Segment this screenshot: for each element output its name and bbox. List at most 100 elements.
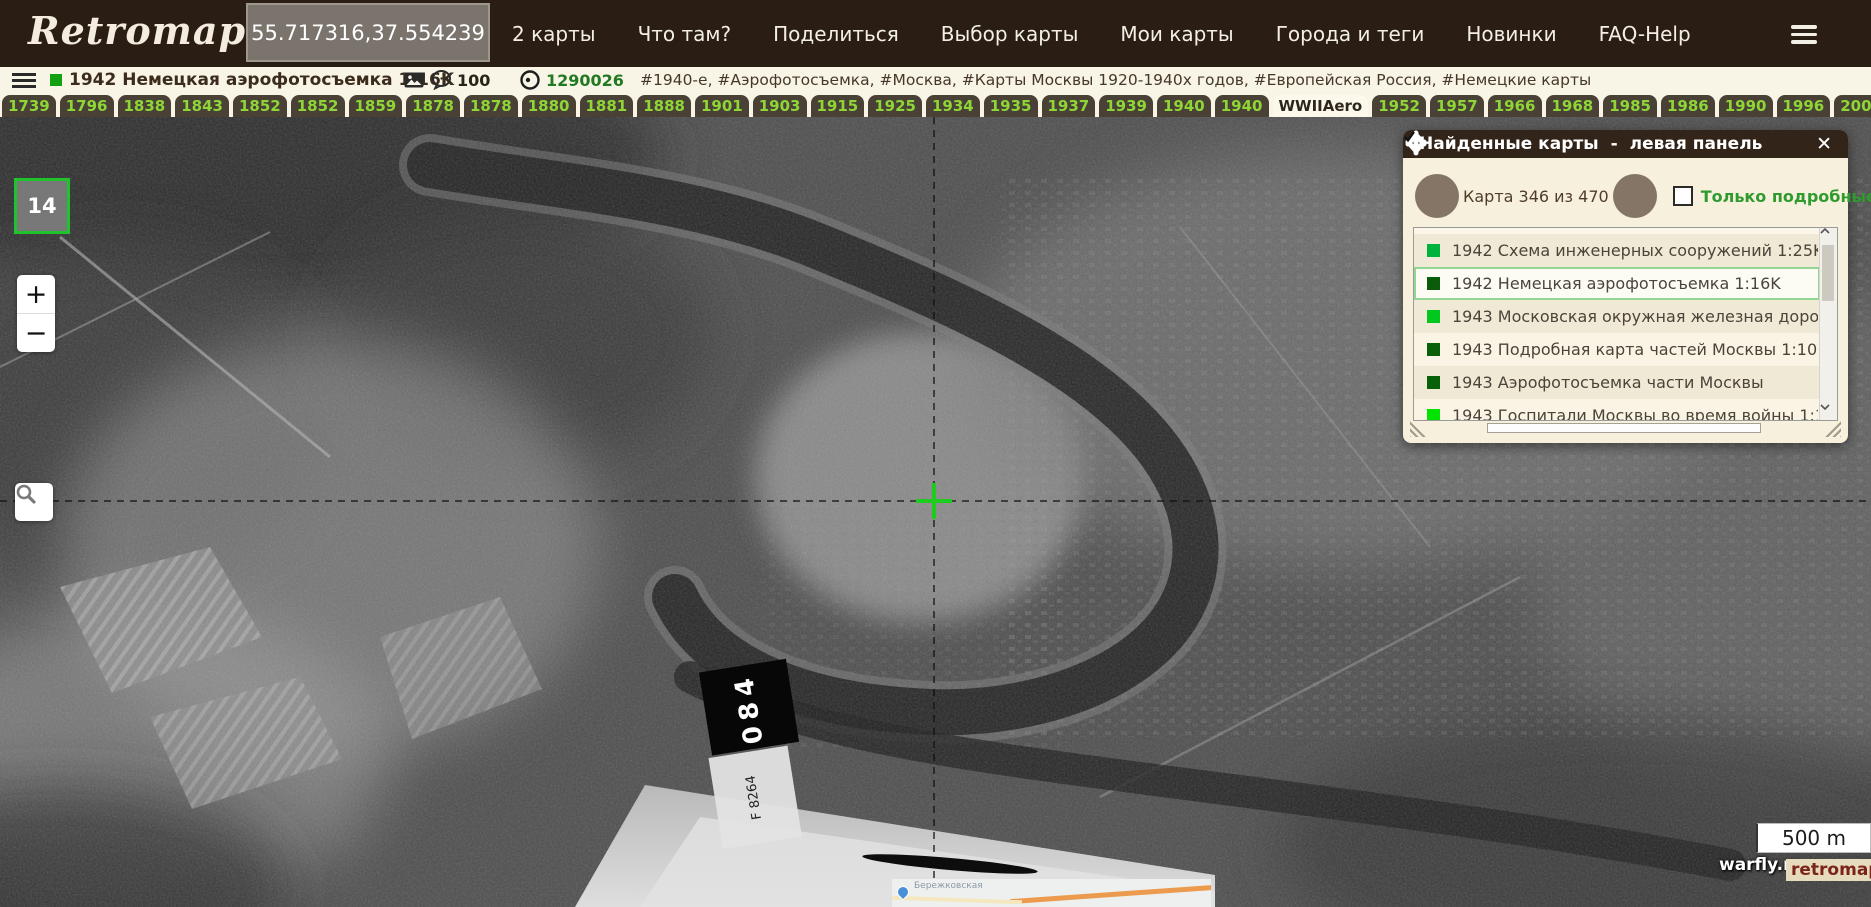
year-tab[interactable]: 1985 — [1603, 95, 1657, 117]
year-tab[interactable]: 1996 — [1776, 95, 1831, 117]
map-list-item[interactable]: 1943 Московская окружная железная дорога — [1414, 300, 1820, 333]
minimap-road-secondary — [892, 895, 1023, 905]
layer-color-marker — [1427, 343, 1440, 356]
map-list-item-label: 1943 Подробная карта частей Москвы 1:10K — [1452, 340, 1820, 359]
comments-icon[interactable] — [431, 67, 452, 93]
zoom-box-button[interactable] — [15, 483, 53, 521]
menu-item[interactable]: 2 карты — [512, 22, 596, 46]
map-list-item[interactable]: 1942 Немецкая аэрофотосъемка 1:16K — [1414, 267, 1820, 300]
year-tab[interactable]: 1739 — [2, 95, 56, 117]
year-tab[interactable]: 1878 — [464, 95, 518, 117]
map-list-item-label: 1942 Схема инженерных сооружений 1:25K — [1452, 241, 1820, 260]
menu-item[interactable]: FAQ-Help — [1599, 22, 1691, 46]
map-list-item-label: 1943 Московская окружная железная дорога — [1452, 307, 1820, 326]
menu-item[interactable]: Что там? — [638, 22, 732, 46]
layers-menu-icon[interactable] — [12, 67, 36, 93]
year-tab[interactable]: 1859 — [348, 95, 403, 117]
scroll-up-icon[interactable] — [1820, 228, 1837, 244]
year-tab[interactable]: 1952 — [1372, 95, 1426, 117]
inset-modern-map[interactable]: Бережковская — [892, 879, 1211, 907]
year-tab[interactable]: 1838 — [117, 95, 172, 117]
map-list-item[interactable]: 1943 Подробная карта частей Москвы 1:10K — [1414, 333, 1820, 366]
year-tab[interactable]: 1903 — [752, 95, 807, 117]
map-list-item[interactable]: 1943 Госпитали Москвы во время войны 1:1… — [1414, 399, 1820, 421]
scroll-down-icon[interactable] — [1820, 404, 1837, 420]
year-tab[interactable]: 1986 — [1661, 95, 1715, 117]
map-list-item-label: 1943 Госпитали Москвы во время войны 1:1… — [1452, 406, 1820, 421]
map-info-bar: 1942 Немецкая аэрофотосъемка 1:16K 100 1… — [0, 67, 1871, 93]
retromap-watermark-link[interactable]: retromap.ru — [1786, 859, 1871, 881]
next-map-button[interactable] — [1405, 130, 1657, 218]
year-tab[interactable]: 1843 — [175, 95, 229, 117]
panel-title-separator: - — [1610, 134, 1618, 154]
active-map-title: 1942 Немецкая аэрофотосъемка 1:16K — [69, 70, 454, 90]
year-tab[interactable]: 1934 — [926, 95, 980, 117]
menu-item[interactable]: Мои карты — [1120, 22, 1233, 46]
zoom-level-indicator: 14 — [14, 178, 70, 234]
layer-color-marker — [1427, 409, 1440, 420]
year-tab[interactable]: 1937 — [1041, 95, 1096, 117]
map-list-item[interactable]: 1942 Схема инженерных сооружений 1:25K — [1414, 234, 1820, 267]
comments-count[interactable]: 100 — [457, 67, 490, 93]
zoom-out-button[interactable]: − — [17, 314, 55, 352]
checkbox-checked-icon — [1404, 131, 1415, 143]
year-tab[interactable]: 1940 — [1157, 95, 1211, 117]
close-icon[interactable]: ✕ — [1816, 134, 1832, 154]
year-tab[interactable]: 1957 — [1430, 95, 1484, 117]
year-tab[interactable]: 1880 — [521, 95, 576, 117]
year-tab[interactable]: 1878 — [406, 95, 460, 117]
year-tab[interactable]: 1966 — [1487, 95, 1542, 117]
detailed-only-label[interactable]: Только подробные — [1701, 187, 1871, 206]
menu-item[interactable]: Поделиться — [773, 22, 899, 46]
panel-resize-handle-right[interactable] — [1824, 420, 1841, 437]
views-count: 1290026 — [546, 70, 624, 90]
menu-item[interactable]: Выбор карты — [941, 22, 1079, 46]
year-tab[interactable]: 1796 — [59, 95, 114, 117]
map-counter: Карта 346 из 470 — [1463, 186, 1609, 206]
year-tab[interactable]: WWIIAero — [1272, 95, 1369, 117]
zoom-control: + − — [17, 275, 55, 352]
year-tab[interactable]: 1935 — [983, 95, 1038, 117]
year-tab[interactable]: 1940 — [1214, 95, 1269, 117]
year-tab[interactable]: 1915 — [810, 95, 865, 117]
map-list-item-label: 1942 Немецкая аэрофотосъемка 1:16K — [1452, 274, 1781, 293]
panel-controls: Карта 346 из 470 Только подробные — [1403, 130, 1871, 218]
map-list-item-label: 1943 Аэрофотосъемка части Москвы — [1452, 373, 1764, 392]
minimap-street-label: Бережковская — [914, 881, 983, 891]
map-viewport[interactable]: 084 F 8264 14 + − Бережковская 500 m war… — [0, 117, 1871, 907]
layer-color-marker — [1427, 244, 1440, 257]
map-list-item[interactable]: 1943 Аэрофотосъемка части Москвы — [1414, 366, 1820, 399]
menu-item[interactable]: Города и теги — [1276, 22, 1425, 46]
detailed-only-checkbox[interactable] — [1404, 131, 1693, 206]
panel-header[interactable]: Найденные карты - левая панель ✕ — [1403, 130, 1848, 158]
year-tabs-bar: 1739 1796 1838 1843 1852 1852 1859 1878 … — [0, 93, 1871, 117]
year-tab[interactable]: 1990 — [1718, 95, 1773, 117]
year-tab[interactable]: 1881 — [579, 95, 634, 117]
top-menu: 2 карты Что там? Поделиться Выбор карты … — [512, 0, 1691, 67]
menu-item[interactable]: Новинки — [1466, 22, 1556, 46]
year-tab[interactable]: 1901 — [695, 95, 749, 117]
year-tab[interactable]: 1852 — [290, 95, 345, 117]
image-preview-icon[interactable] — [404, 67, 424, 93]
hamburger-menu-icon[interactable] — [1791, 25, 1817, 48]
year-tab[interactable]: 1939 — [1099, 95, 1153, 117]
year-tab[interactable]: 2001 — [1834, 95, 1871, 117]
panel-resize-handle-left[interactable] — [1410, 420, 1427, 437]
panel-title: Найденные карты — [1419, 134, 1599, 154]
map-tags[interactable]: #1940-е, #Аэрофотосъемка, #Москва, #Карт… — [640, 67, 1591, 93]
year-tab[interactable]: 1968 — [1545, 95, 1600, 117]
zoom-in-button[interactable]: + — [17, 275, 55, 314]
layer-color-marker — [1427, 310, 1440, 323]
coordinates-input[interactable]: 55.717316,37.554239 — [246, 3, 490, 62]
list-scrollbar[interactable] — [1819, 228, 1837, 420]
map-list-rows: 1942 Схема инженерных сооружений 1:25K 1… — [1414, 234, 1820, 421]
panel-horizontal-scrollbar[interactable] — [1487, 423, 1761, 433]
retromap-logo[interactable]: Retromap — [28, 8, 246, 53]
layer-color-marker — [1427, 376, 1440, 389]
active-layer-marker — [50, 67, 62, 93]
year-tab[interactable]: 1852 — [233, 95, 287, 117]
scrollbar-thumb[interactable] — [1822, 245, 1834, 301]
year-tab[interactable]: 1925 — [868, 95, 922, 117]
year-tab[interactable]: 1888 — [637, 95, 691, 117]
previous-map-button[interactable] — [1405, 132, 1459, 218]
